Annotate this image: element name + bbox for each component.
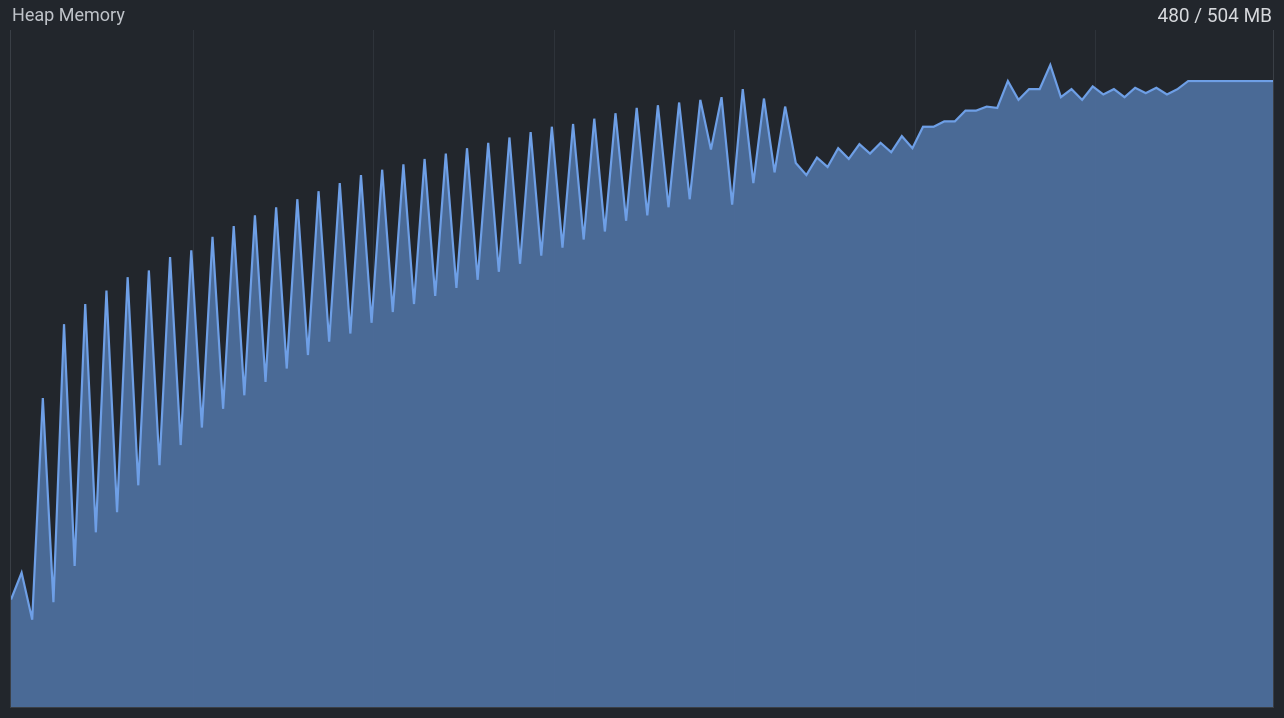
chart-title: Heap Memory xyxy=(12,5,125,26)
memory-area-chart xyxy=(11,30,1273,707)
chart-header: Heap Memory 480 / 504 MB xyxy=(0,0,1284,30)
chart-container xyxy=(10,30,1274,708)
memory-status: 480 / 504 MB xyxy=(1158,4,1272,27)
